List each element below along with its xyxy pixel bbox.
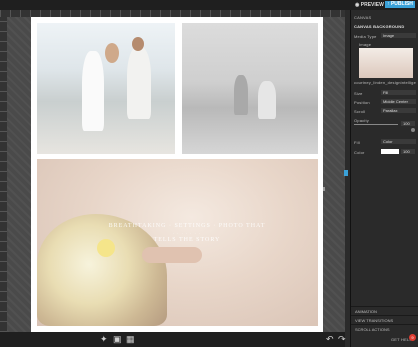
media-type-label: Media Type	[354, 34, 377, 39]
image-label: Image	[359, 42, 372, 47]
vertical-ruler	[0, 17, 7, 332]
preview-button[interactable]: ◉ PREVIEW	[355, 2, 384, 8]
horizontal-ruler	[0, 10, 345, 17]
publish-button[interactable]: ↑ PUBLISH	[385, 1, 415, 8]
image-icon[interactable]: ▦	[126, 334, 135, 344]
position-select[interactable]: Middle Center	[381, 99, 416, 104]
position-label: Position	[354, 100, 370, 105]
fill-select[interactable]: Color	[381, 139, 416, 144]
media-type-select[interactable]: Image	[381, 33, 416, 38]
image-filename: courtney_linden_designintelligence_...	[354, 80, 416, 85]
panel-section-header: CANVAS	[354, 15, 372, 20]
beach-couple-photo[interactable]	[37, 23, 175, 154]
bouquet-photo[interactable]: BREATHTAKING · SETTINGS · PHOTO THAT · ·…	[37, 159, 318, 326]
preview-label: PREVIEW	[360, 2, 384, 8]
color-swatch[interactable]	[381, 149, 399, 154]
blurry-couple-photo[interactable]	[182, 23, 318, 154]
opacity-label: Opacity	[354, 118, 369, 123]
hand-figure	[142, 247, 202, 263]
canvas-workspace[interactable]: BREATHTAKING · SETTINGS · PHOTO THAT · ·…	[7, 17, 345, 332]
upload-icon: ↑	[387, 1, 390, 7]
properties-panel: CANVAS CANVAS BACKGROUND Media Type Imag…	[350, 10, 418, 347]
overlay-text-line2: · · · · · · ·	[172, 231, 202, 236]
overlay-text-line3: TELLS THE STORY	[153, 237, 221, 243]
fill-label: Fill	[354, 140, 360, 145]
section-view-transitions[interactable]: VIEW TRANSITIONS	[351, 315, 418, 324]
color-label: Color	[354, 150, 365, 155]
overlay-text-line1: BREATHTAKING · SETTINGS · PHOTO THAT	[108, 223, 266, 229]
size-select[interactable]: Fill	[381, 90, 416, 95]
size-label: Size	[354, 91, 363, 96]
scroll-label: Scroll	[354, 109, 366, 114]
blurry-groom	[234, 75, 248, 115]
panel-collapse-handle[interactable]	[344, 170, 348, 176]
image-thumbnail[interactable]	[359, 48, 413, 78]
blurry-bride	[258, 81, 276, 119]
groom-head	[132, 37, 144, 51]
magic-icon[interactable]: ✦	[100, 334, 108, 344]
eye-icon: ◉	[355, 2, 360, 8]
bride-figure	[82, 51, 104, 131]
notification-badge[interactable]: 9	[409, 334, 416, 341]
canvas-page[interactable]: BREATHTAKING · SETTINGS · PHOTO THAT · ·…	[31, 17, 323, 332]
opacity-slider[interactable]	[354, 124, 398, 125]
section-animation[interactable]: ANIMATION	[351, 306, 418, 315]
redo-icon[interactable]: ↷	[338, 334, 346, 344]
reset-icon[interactable]	[411, 128, 415, 132]
bottom-toolbar: ✦ ▣ ▦ ↶ ↷	[0, 332, 346, 347]
publish-label: PUBLISH	[390, 1, 413, 7]
undo-icon[interactable]: ↶	[326, 334, 334, 344]
section-scroll-actions[interactable]: SCROLL ACTIONS	[351, 324, 418, 333]
groom-figure	[127, 47, 151, 119]
color-opacity-input[interactable]: 100	[401, 149, 415, 154]
resize-handle[interactable]	[323, 187, 325, 191]
layout-icon[interactable]: ▣	[113, 334, 122, 344]
scroll-select[interactable]: Parallax	[381, 108, 416, 113]
opacity-input[interactable]: 100	[401, 121, 415, 126]
panel-title: CANVAS BACKGROUND	[354, 24, 405, 29]
bride-head	[105, 43, 119, 63]
